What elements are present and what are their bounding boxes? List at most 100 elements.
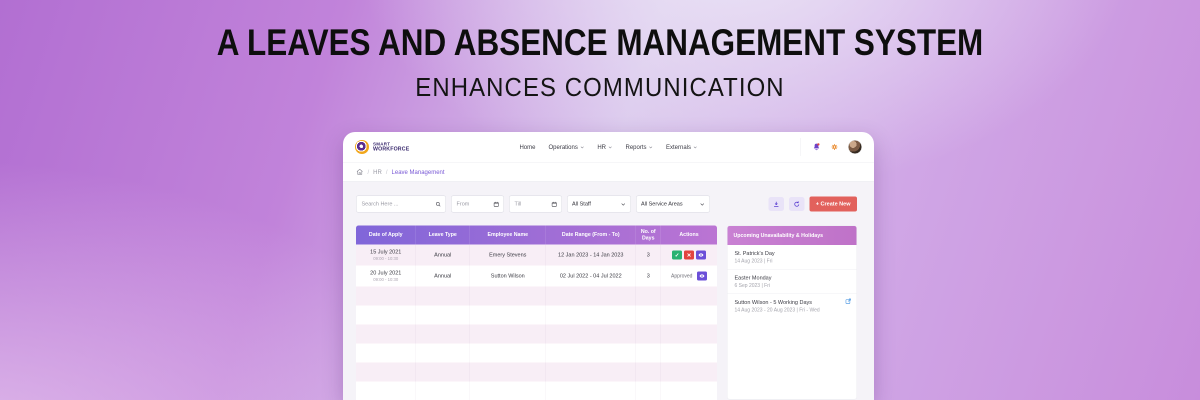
approve-button[interactable]: ✓ [672,250,682,260]
holiday-name: Sutton Wilson - 5 Working Days [734,299,813,306]
cell-actions: ✓ ✕ [661,245,717,266]
table-row: 20 July 2021 09:00 - 10:30 Annual Sutton Wi… [356,265,717,287]
empty-cell [636,305,661,325]
empty-cell [546,305,636,325]
cell-date-of-apply: 20 July 2021 09:00 - 10:30 [356,265,416,287]
cell-days: 3 [636,265,661,287]
brand-logo[interactable]: SMART WORKFORCE [355,140,409,154]
nav-item-externals[interactable]: Externals [666,144,698,151]
breadcrumb-separator: / [385,168,388,176]
nav-menu: Home Operations HR Reports Externals [519,144,697,151]
empty-cell [546,286,636,306]
view-button[interactable] [696,271,707,281]
main-row: Date of Apply Leave Type Employee Name Date… [356,225,857,400]
refresh-button[interactable] [788,197,805,211]
search-input[interactable] [360,200,433,208]
column-header: Employee Name [470,225,546,245]
banner-subtitle: ENHANCES COMMUNICATION [415,72,785,102]
empty-cell [636,343,661,363]
chevron-down-icon [693,145,698,150]
empty-cell [661,382,717,400]
holiday-date: 6 Sep 2023 | Fri [734,283,770,289]
apply-time: 09:00 - 10:30 [373,255,399,261]
table-row: 15 July 2021 09:00 - 10:30 Annual Emery Ste… [356,244,717,266]
table-row-empty [356,286,717,306]
nav-item-label: Home [519,143,536,151]
staff-select-value: All Staff [572,201,591,207]
search-input-wrap [356,195,446,213]
table-header-row: Date of Apply Leave Type Employee Name Date… [356,225,717,245]
empty-cell [546,324,636,344]
home-icon[interactable] [356,168,364,176]
download-button[interactable] [768,197,784,211]
calendar-icon[interactable] [551,201,558,208]
settings-gear-icon[interactable] [830,143,839,152]
empty-cell [661,344,717,363]
nav-item-label: Externals [666,143,692,151]
column-header: Date Range (From - To) [546,225,636,245]
holiday-date: 14 Aug 2023 | Fri [734,258,773,265]
table-body: 15 July 2021 09:00 - 10:30 Annual Emery Ste… [356,244,717,400]
column-header: Actions [679,231,699,238]
empty-cell [356,324,416,344]
cell-actions: Approved [661,266,717,287]
nav-item-operations[interactable]: Operations [548,144,584,151]
chevron-down-icon [700,201,706,207]
empty-cell [470,362,546,382]
table-row-empty [356,324,717,344]
view-button[interactable] [696,250,706,260]
holiday-item: Sutton Wilson - 5 Working Days 14 Aug 202… [728,294,857,318]
till-date-input[interactable] [513,200,549,208]
panel-title: Upcoming Unavailability & Holidays [727,226,857,245]
navbar-actions [800,138,862,156]
table-row-empty [356,381,717,400]
app-window: SMART WORKFORCE Home Operations HR Reports E… [343,132,874,400]
empty-cell [470,381,546,400]
empty-cell [356,305,416,325]
empty-cell [416,381,470,400]
from-date-input[interactable] [455,200,491,208]
service-select-value: All Service Areas [641,201,683,207]
empty-cell [416,343,470,363]
chevron-down-icon [608,145,613,150]
table-row-empty [356,362,717,382]
cell-leave-type: Annual [416,265,470,287]
apply-date: 20 July 2021 [370,270,402,277]
apply-date: 15 July 2021 [370,249,402,256]
user-avatar[interactable] [848,140,862,154]
filter-bar: All Staff All Service Areas [356,195,857,213]
staff-select[interactable]: All Staff [567,195,631,213]
reject-button[interactable]: ✕ [684,250,694,260]
empty-cell [636,381,661,400]
nav-item-reports[interactable]: Reports [626,144,654,151]
empty-cell [416,286,470,306]
edit-icon[interactable] [845,298,852,305]
nav-item-home[interactable]: Home [519,144,535,151]
empty-cell [546,343,636,363]
empty-cell [661,306,717,325]
empty-cell [356,381,416,400]
empty-cell [661,363,717,382]
nav-item-hr[interactable]: HR [597,144,612,151]
empty-cell [636,286,661,306]
banner-title: A LEAVES AND ABSENCE MANAGEMENT SYSTEM [216,22,984,63]
empty-cell [661,325,717,344]
refresh-icon [793,200,801,208]
calendar-icon[interactable] [493,201,500,208]
empty-cell [546,381,636,400]
create-new-button[interactable]: + Create New [809,196,857,212]
holiday-name: Easter Monday [734,275,772,281]
breadcrumb-hr[interactable]: HR [373,168,382,175]
apply-time: 09:00 - 10:30 [373,276,399,282]
cell-date-range: 02 Jul 2022 - 04 Jul 2022 [546,265,636,287]
cell-days: 3 [636,244,661,266]
from-date-wrap [451,195,504,213]
service-areas-select[interactable]: All Service Areas [636,195,710,213]
empty-cell [546,362,636,382]
empty-cell [416,362,470,382]
column-header: Leave Type [416,225,470,245]
notifications-bell-icon[interactable] [812,143,821,152]
empty-cell [470,343,546,363]
column-header: Date of Apply [356,225,416,245]
leave-table: Date of Apply Leave Type Employee Name Date… [356,225,717,400]
